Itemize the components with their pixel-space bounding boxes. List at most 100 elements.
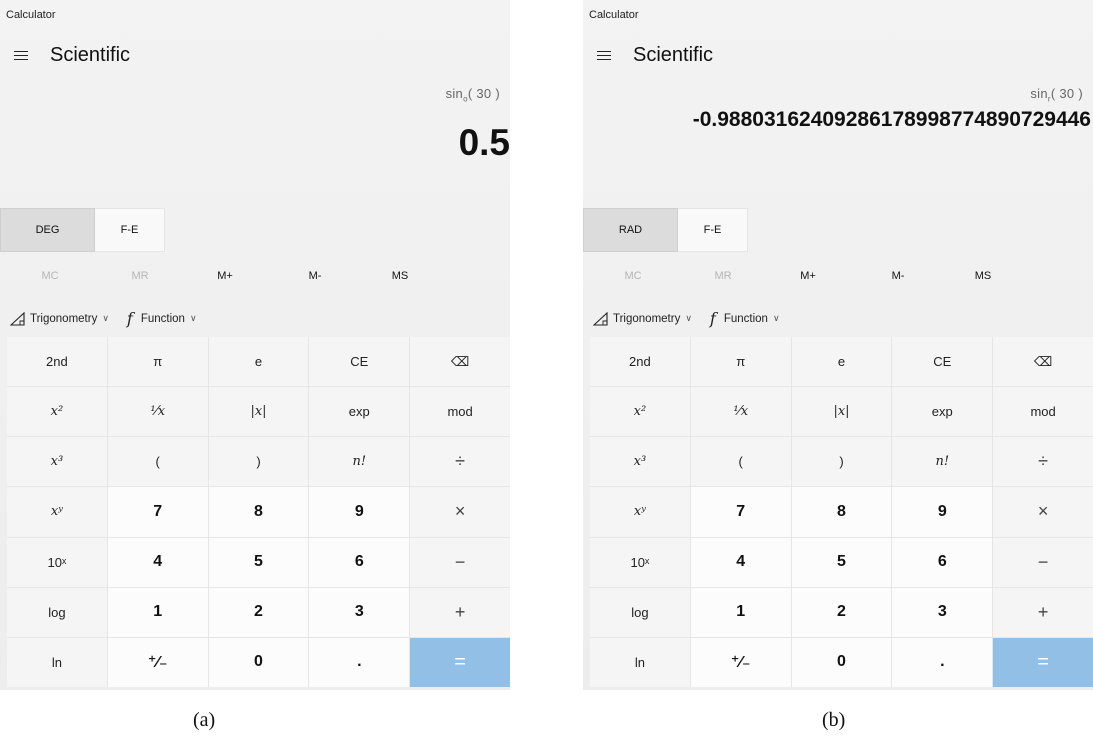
cube-key[interactable]: x³: [590, 437, 690, 487]
reciprocal-key[interactable]: ¹⁄x: [690, 387, 791, 437]
open-paren-key[interactable]: (: [690, 437, 791, 487]
digit-4-key[interactable]: 4: [107, 537, 208, 587]
clear-entry-key[interactable]: CE: [892, 337, 993, 387]
digit-8-key[interactable]: 8: [791, 487, 892, 537]
digit-7-key[interactable]: 7: [690, 487, 791, 537]
ln-key[interactable]: ln: [590, 637, 690, 687]
digit-9-key[interactable]: 9: [309, 487, 410, 537]
mode-header: Scientific: [597, 44, 713, 67]
log-key[interactable]: log: [590, 587, 690, 637]
memory-recall-button[interactable]: MR: [110, 264, 170, 288]
power-key[interactable]: xʸ: [590, 487, 690, 537]
power-key[interactable]: xʸ: [7, 487, 107, 537]
exp-key[interactable]: exp: [309, 387, 410, 437]
ln-key[interactable]: ln: [7, 637, 107, 687]
cube-key[interactable]: x³: [7, 437, 107, 487]
backspace-icon[interactable]: ⌫: [410, 337, 510, 387]
absolute-value-key[interactable]: |x|: [208, 387, 309, 437]
square-key[interactable]: x²: [590, 387, 690, 437]
absolute-value-key[interactable]: |x|: [791, 387, 892, 437]
second-function-key[interactable]: 2nd: [590, 337, 690, 387]
chevron-down-icon: ∨: [189, 313, 197, 323]
function-menu[interactable]: f Function ∨: [123, 309, 197, 328]
memory-store-button[interactable]: MS: [370, 264, 430, 288]
open-paren-key[interactable]: (: [107, 437, 208, 487]
digit-1-key[interactable]: 1: [690, 587, 791, 637]
digit-0-key[interactable]: 0: [791, 637, 892, 687]
digit-5-key[interactable]: 5: [791, 537, 892, 587]
factorial-key[interactable]: n!: [892, 437, 993, 487]
digit-8-key[interactable]: 8: [208, 487, 309, 537]
divide-key[interactable]: ÷: [993, 437, 1093, 487]
trigonometry-menu[interactable]: Trigonometry ∨: [593, 311, 692, 326]
reciprocal-key[interactable]: ¹⁄x: [107, 387, 208, 437]
fe-button[interactable]: F-E: [95, 208, 165, 252]
square-key[interactable]: x²: [7, 387, 107, 437]
negate-key[interactable]: ⁺∕₋: [107, 637, 208, 687]
digit-2-key[interactable]: 2: [208, 587, 309, 637]
figure-caption-b: (b): [822, 709, 846, 731]
close-paren-key[interactable]: ): [208, 437, 309, 487]
digit-2-key[interactable]: 2: [791, 587, 892, 637]
digit-3-key[interactable]: 3: [892, 587, 993, 637]
digit-6-key[interactable]: 6: [892, 537, 993, 587]
digit-6-key[interactable]: 6: [309, 537, 410, 587]
pi-key[interactable]: π: [690, 337, 791, 387]
subtract-key[interactable]: −: [993, 537, 1093, 587]
digit-3-key[interactable]: 3: [309, 587, 410, 637]
memory-recall-button[interactable]: MR: [693, 264, 753, 288]
decimal-key[interactable]: .: [309, 637, 410, 687]
memory-add-button[interactable]: M+: [195, 264, 255, 288]
digit-1-key[interactable]: 1: [107, 587, 208, 637]
fe-button[interactable]: F-E: [678, 208, 748, 252]
multiply-key[interactable]: ×: [410, 487, 510, 537]
hamburger-menu-icon[interactable]: [597, 50, 613, 62]
divide-key[interactable]: ÷: [410, 437, 510, 487]
memory-store-button[interactable]: MS: [953, 264, 1013, 288]
negate-key[interactable]: ⁺∕₋: [690, 637, 791, 687]
expression-display: sino( 30 ): [446, 86, 500, 104]
equals-key[interactable]: =: [993, 637, 1093, 687]
second-function-key[interactable]: 2nd: [7, 337, 107, 387]
close-paren-key[interactable]: ): [791, 437, 892, 487]
angle-unit-button[interactable]: RAD: [583, 208, 678, 252]
clear-entry-key[interactable]: CE: [309, 337, 410, 387]
memory-subtract-button[interactable]: M-: [285, 264, 345, 288]
ten-power-key[interactable]: 10ˣ: [590, 537, 690, 587]
add-key[interactable]: +: [993, 587, 1093, 637]
hamburger-menu-icon[interactable]: [14, 50, 30, 62]
mod-key[interactable]: mod: [993, 387, 1093, 437]
backspace-icon[interactable]: ⌫: [993, 337, 1093, 387]
decimal-key[interactable]: .: [892, 637, 993, 687]
angle-row: DEG F-E: [0, 208, 165, 252]
expression-display: sinr( 30 ): [1030, 86, 1083, 104]
memory-add-button[interactable]: M+: [778, 264, 838, 288]
memory-clear-button[interactable]: MC: [20, 264, 80, 288]
function-menu[interactable]: f Function ∨: [706, 309, 780, 328]
angle-unit-button[interactable]: DEG: [0, 208, 95, 252]
e-key[interactable]: e: [791, 337, 892, 387]
triangle-ruler-icon: [593, 311, 608, 326]
add-key[interactable]: +: [410, 587, 510, 637]
subtract-key[interactable]: −: [410, 537, 510, 587]
app-title: Calculator: [589, 9, 639, 21]
mod-key[interactable]: mod: [410, 387, 510, 437]
memory-clear-button[interactable]: MC: [603, 264, 663, 288]
trigonometry-menu[interactable]: Trigonometry ∨: [10, 311, 109, 326]
pi-key[interactable]: π: [107, 337, 208, 387]
digit-7-key[interactable]: 7: [107, 487, 208, 537]
e-key[interactable]: e: [208, 337, 309, 387]
exp-key[interactable]: exp: [892, 387, 993, 437]
ten-power-key[interactable]: 10ˣ: [7, 537, 107, 587]
digit-5-key[interactable]: 5: [208, 537, 309, 587]
equals-key[interactable]: =: [410, 637, 510, 687]
digit-9-key[interactable]: 9: [892, 487, 993, 537]
digit-0-key[interactable]: 0: [208, 637, 309, 687]
multiply-key[interactable]: ×: [993, 487, 1093, 537]
memory-subtract-button[interactable]: M-: [868, 264, 928, 288]
factorial-key[interactable]: n!: [309, 437, 410, 487]
triangle-ruler-icon: [10, 311, 25, 326]
log-key[interactable]: log: [7, 587, 107, 637]
digit-4-key[interactable]: 4: [690, 537, 791, 587]
function-menu-row: Trigonometry ∨ f Function ∨: [593, 309, 794, 328]
